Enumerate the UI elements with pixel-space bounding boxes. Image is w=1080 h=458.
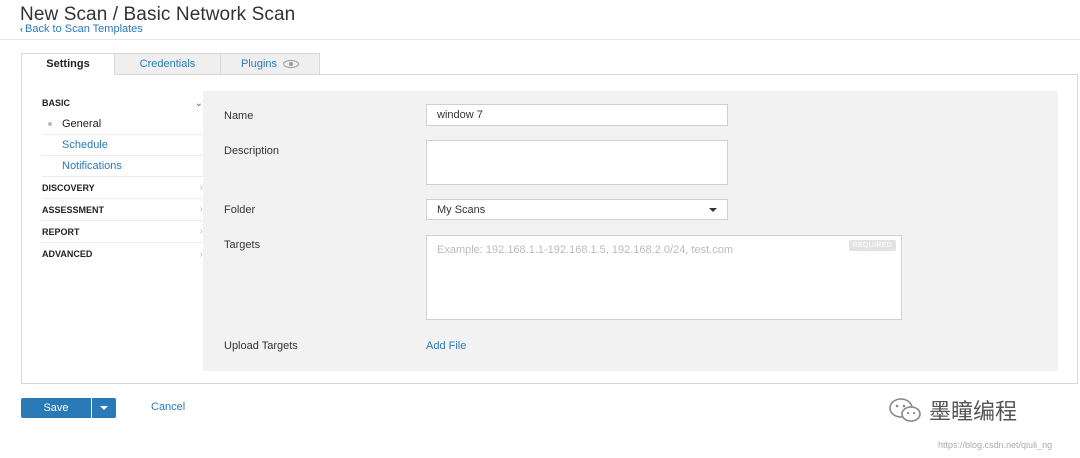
sidebar-section-discovery-label: DISCOVERY [42, 182, 95, 193]
name-input-value: window 7 [437, 109, 483, 121]
bullet-icon [48, 122, 52, 126]
tab-plugins[interactable]: Plugins [220, 53, 320, 75]
sidebar-section-assessment[interactable]: ASSESSMENT › [42, 199, 205, 221]
tab-credentials-label: Credentials [139, 58, 196, 70]
settings-panel: BASIC ⌄ General Schedule Notifications D… [21, 74, 1078, 384]
save-button-label: Save [43, 402, 69, 414]
save-options-dropdown[interactable] [92, 398, 116, 418]
chevron-down-icon: ⌄ [194, 97, 203, 109]
sidebar-item-schedule-label: Schedule [62, 139, 108, 151]
sidebar-item-notifications-label: Notifications [62, 160, 122, 172]
save-button-group: Save [21, 398, 116, 418]
name-label: Name [224, 110, 254, 122]
targets-label: Targets [224, 239, 261, 251]
targets-textarea[interactable]: Example: 192.168.1.1-192.168.1.5, 192.16… [426, 235, 902, 320]
back-to-templates-link[interactable]: ‹ Back to Scan Templates [20, 23, 143, 35]
watermark-url: https://blog.csdn.net/qiuli_ng [938, 440, 1053, 450]
upload-targets-label: Upload Targets [224, 340, 298, 352]
form-area: Name window 7 Description Folder My Scan… [203, 91, 1058, 371]
tab-settings[interactable]: Settings [21, 53, 115, 75]
description-label: Description [224, 145, 280, 157]
folder-select-value: My Scans [437, 203, 486, 216]
targets-placeholder: Example: 192.168.1.1-192.168.1.5, 192.16… [437, 244, 733, 256]
folder-label: Folder [224, 204, 256, 216]
sidebar-item-notifications[interactable]: Notifications [42, 156, 205, 177]
sidebar-section-report[interactable]: REPORT › [42, 221, 205, 243]
sidebar-section-advanced[interactable]: ADVANCED › [42, 243, 205, 265]
eye-icon [283, 60, 300, 68]
folder-select[interactable]: My Scans [426, 199, 728, 220]
watermark-text: 墨瞳编程 [929, 399, 1018, 424]
tab-settings-label: Settings [46, 58, 90, 70]
caret-down-icon [100, 406, 108, 410]
cancel-link[interactable]: Cancel [151, 401, 185, 413]
back-link-label: Back to Scan Templates [25, 23, 143, 35]
save-button[interactable]: Save [21, 398, 91, 418]
sidebar-item-general[interactable]: General [42, 114, 205, 135]
header-divider [0, 39, 1080, 40]
sidebar-item-schedule[interactable]: Schedule [42, 135, 205, 156]
settings-sidebar: BASIC ⌄ General Schedule Notifications D… [42, 92, 205, 265]
caret-down-icon [709, 207, 717, 212]
required-badge: REQUIRED [848, 240, 896, 251]
tab-bar: Settings Credentials Plugins [21, 53, 320, 75]
sidebar-section-discovery[interactable]: DISCOVERY › [42, 177, 205, 199]
tab-plugins-label: Plugins [240, 58, 278, 70]
sidebar-item-general-label: General [62, 118, 102, 130]
sidebar-section-report-label: REPORT [42, 226, 80, 237]
wechat-icon [889, 398, 921, 422]
tab-credentials[interactable]: Credentials [114, 53, 221, 75]
description-textarea[interactable] [426, 140, 728, 185]
sidebar-section-basic[interactable]: BASIC ⌄ [42, 92, 205, 114]
sidebar-section-assessment-label: ASSESSMENT [42, 204, 105, 215]
sidebar-section-advanced-label: ADVANCED [42, 249, 93, 259]
sidebar-section-basic-label: BASIC [42, 98, 71, 108]
name-input[interactable]: window 7 [426, 104, 728, 126]
watermark: 墨瞳编程 [887, 394, 1017, 426]
chevron-left-icon: ‹ [20, 24, 23, 34]
add-file-link[interactable]: Add File [426, 340, 466, 352]
